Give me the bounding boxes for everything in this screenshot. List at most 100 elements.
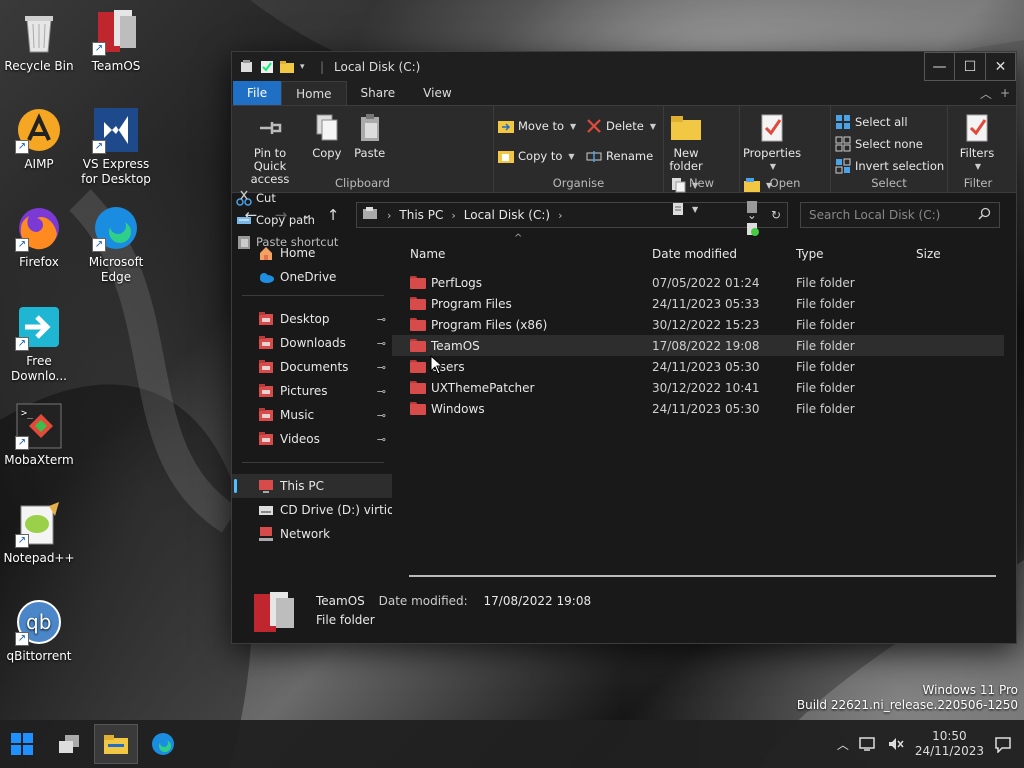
ribbon-tab-home[interactable]: Home <box>281 81 347 105</box>
desktop-icon-notepadpp[interactable]: ↗ Notepad++ <box>0 500 79 566</box>
move-to-button[interactable]: Move to ▼ <box>498 117 576 135</box>
cut-button[interactable]: Cut <box>236 189 338 207</box>
select-all-button[interactable]: Select all <box>835 113 944 131</box>
title-bar[interactable]: ▾ | Local Disk (C:) — ☐ ✕ <box>232 52 1016 81</box>
nav-item-music[interactable]: Music ⊸ <box>232 403 392 427</box>
nav-item-desktop[interactable]: Desktop ⊸ <box>232 307 392 331</box>
new-tab-icon[interactable]: + <box>1000 86 1010 100</box>
table-row[interactable]: Program Files 24/11/2023 05:33 File folder <box>392 293 1004 314</box>
desktop-icon-recycle-bin[interactable]: Recycle Bin <box>0 8 79 74</box>
column-header-type[interactable]: Type <box>796 247 916 261</box>
copy-to-icon <box>498 148 514 164</box>
desktop-icon-label: MobaXterm <box>4 453 74 467</box>
address-bar[interactable]: › This PC › Local Disk (C:) › ⌄ ↻ <box>356 202 788 228</box>
close-button[interactable]: ✕ <box>985 52 1016 81</box>
table-row[interactable]: UXThemePatcher 30/12/2022 10:41 File folde… <box>392 377 1004 398</box>
row-date-cell: 17/08/2022 19:08 <box>652 338 760 353</box>
history-button[interactable] <box>744 220 772 238</box>
row-name-cell: Windows <box>392 402 652 416</box>
folder-icon <box>410 381 426 394</box>
desktop-icon-label: Firefox <box>19 255 59 269</box>
file-name: TeamOS <box>431 338 480 353</box>
column-header-name[interactable]: Name <box>392 247 652 261</box>
notifications-icon[interactable] <box>994 735 1012 753</box>
copy-button[interactable]: Copy <box>308 110 346 162</box>
clock[interactable]: 10:50 24/11/2023 <box>915 729 984 759</box>
volume-muted-icon[interactable] <box>887 736 905 752</box>
nav-item-network[interactable]: Network <box>232 522 392 546</box>
desktop-icon-edge[interactable]: ↗ Microsoft Edge <box>76 204 156 285</box>
breadcrumb-this-pc[interactable]: This PC <box>399 208 443 222</box>
column-header-date[interactable]: Date modified <box>652 247 796 261</box>
filter-group-label: Filter <box>963 176 993 190</box>
nav-divider <box>242 462 384 463</box>
show-hidden-icons-icon[interactable]: ︿ <box>837 736 849 753</box>
ribbon-tab-file[interactable]: File <box>233 81 282 105</box>
table-row[interactable]: Program Files (x86) 30/12/2022 15:23 File … <box>392 314 1004 335</box>
network-tray-icon[interactable] <box>859 736 877 752</box>
nav-item-cd[interactable]: CD Drive (D:) virtio-w <box>232 498 392 522</box>
select-col: Select all Select none Invert selection <box>835 112 944 175</box>
column-header-size[interactable]: Size <box>916 247 976 261</box>
ribbon-tab-view[interactable]: View <box>409 81 465 105</box>
task-view-button[interactable] <box>47 724 91 764</box>
refresh-icon[interactable]: ↻ <box>771 208 781 222</box>
nav-item-home[interactable]: Home <box>232 241 392 265</box>
invert-selection-button[interactable]: Invert selection <box>835 157 944 175</box>
nav-item-pictures[interactable]: Pictures ⊸ <box>232 379 392 403</box>
nav-item-videos[interactable]: Videos ⊸ <box>232 427 392 451</box>
ribbon-tab-share[interactable]: Share <box>347 81 410 105</box>
desktop-icon-aimp[interactable]: ↗ AIMP <box>0 106 79 172</box>
qat-dropdown-icon[interactable]: ▾ <box>300 60 314 74</box>
table-row[interactable]: PerfLogs 07/05/2022 01:24 File folder <box>392 272 1004 293</box>
new-folder-qat-icon[interactable] <box>280 60 294 74</box>
filters-button[interactable]: Filters ▼ <box>952 110 1002 175</box>
horizontal-scrollbar[interactable] <box>409 575 996 577</box>
properties-button[interactable]: Properties ▼ <box>743 110 801 175</box>
row-name-cell: Program Files (x86) <box>392 318 652 332</box>
nav-item-onedrive[interactable]: OneDrive <box>232 265 392 289</box>
easy-access-button[interactable]: ▼ <box>670 200 698 218</box>
collapse-ribbon-icon[interactable]: ︿ <box>980 85 992 102</box>
paste-button[interactable]: Paste <box>350 110 390 162</box>
nav-item-label: Home <box>280 246 316 260</box>
desktop-icon-qbittorrent[interactable]: qb ↗ qBittorrent <box>0 598 79 664</box>
start-button[interactable] <box>0 724 44 764</box>
rename-button[interactable]: Rename <box>586 147 656 165</box>
aimp-icon: ↗ <box>15 106 63 154</box>
organise-col-2: Delete ▼ Rename <box>586 116 656 165</box>
minimize-button[interactable]: — <box>924 52 954 81</box>
shortcut-arrow-icon: ↗ <box>92 42 106 56</box>
desktop-icon-free-download-manager[interactable]: ↗ Free Downlo... <box>0 303 79 384</box>
desktop-icon-visual-studio[interactable]: ↗ VS Express for Desktop <box>76 106 156 187</box>
copy-to-button[interactable]: Copy to ▼ <box>498 147 576 165</box>
row-type-cell: File folder <box>796 296 855 311</box>
desktop-icon-firefox[interactable]: ↗ Firefox <box>0 204 79 270</box>
nav-item-downloads[interactable]: Downloads ⊸ <box>232 331 392 355</box>
search-box[interactable]: Search Local Disk (C:) <box>800 202 1000 228</box>
maximize-button[interactable]: ☐ <box>954 52 985 81</box>
table-row[interactable]: Users 24/11/2023 05:30 File folder <box>392 356 1004 377</box>
properties-qat-icon[interactable] <box>240 59 254 74</box>
delete-button[interactable]: Delete ▼ <box>586 117 656 135</box>
row-type-cell: File folder <box>796 380 855 395</box>
table-row[interactable]: Windows 24/11/2023 05:30 File folder <box>392 398 1004 419</box>
table-row[interactable]: TeamOS 17/08/2022 19:08 File folder <box>392 335 1004 356</box>
new-folder-button[interactable]: New folder <box>668 110 704 175</box>
shortcut-arrow-icon: ↗ <box>15 337 29 351</box>
check-qat-icon[interactable] <box>260 60 274 74</box>
nav-item-this[interactable]: This PC <box>232 474 392 498</box>
taskbar-file-explorer[interactable] <box>94 724 138 764</box>
nav-item-documents[interactable]: Documents ⊸ <box>232 355 392 379</box>
teamos-folder-icon <box>252 588 298 634</box>
taskbar-edge[interactable] <box>141 724 185 764</box>
qbittorrent-icon: qb ↗ <box>15 598 63 646</box>
select-none-button[interactable]: Select none <box>835 135 944 153</box>
desktop-icon-teamos[interactable]: ↗ TeamOS <box>76 8 156 74</box>
edit-button[interactable] <box>744 198 772 216</box>
breadcrumb-local-disk[interactable]: Local Disk (C:) <box>464 208 550 222</box>
copy-path-button[interactable]: Copy path <box>236 211 338 229</box>
desktop-icon-mobaxterm[interactable]: >_ ↗ MobaXterm <box>0 402 79 468</box>
nav-top-section: Home OneDrive <box>232 241 392 289</box>
filters-label: Filters <box>959 146 995 160</box>
